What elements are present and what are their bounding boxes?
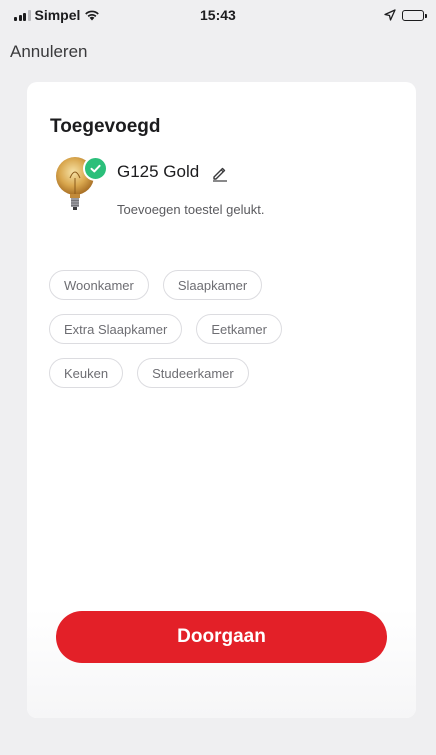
wifi-icon bbox=[85, 10, 100, 21]
room-chip-eetkamer[interactable]: Eetkamer bbox=[196, 314, 282, 344]
room-chips: Woonkamer Slaapkamer Extra Slaapkamer Ee… bbox=[49, 270, 399, 402]
room-row: Woonkamer Slaapkamer bbox=[49, 270, 399, 300]
carrier-name: Simpel bbox=[34, 7, 81, 23]
pencil-icon[interactable] bbox=[211, 164, 229, 182]
status-bar-left: Simpel bbox=[14, 7, 100, 23]
cellular-signal-icon bbox=[14, 9, 31, 21]
room-chip-woonkamer[interactable]: Woonkamer bbox=[49, 270, 149, 300]
room-chip-keuken[interactable]: Keuken bbox=[49, 358, 124, 388]
battery-icon bbox=[402, 9, 427, 21]
status-bar-time: 15:43 bbox=[200, 7, 236, 23]
status-bar: Simpel 15:43 bbox=[0, 0, 436, 30]
check-icon bbox=[83, 156, 108, 181]
device-name: G125 Gold bbox=[117, 162, 200, 181]
location-arrow-icon bbox=[384, 9, 396, 21]
cancel-button[interactable]: Annuleren bbox=[10, 42, 88, 62]
room-chip-slaapkamer[interactable]: Slaapkamer bbox=[162, 270, 263, 300]
status-bar-right bbox=[384, 9, 427, 21]
room-chip-studeerkamer[interactable]: Studeerkamer bbox=[137, 358, 249, 388]
card-title: Toegevoegd bbox=[50, 116, 161, 137]
continue-button[interactable]: Doorgaan bbox=[56, 611, 387, 663]
room-row: Extra Slaapkamer Eetkamer bbox=[49, 314, 399, 344]
device-status-text: Toevoegen toestel gelukt. bbox=[117, 202, 265, 217]
room-chip-extra-slaapkamer[interactable]: Extra Slaapkamer bbox=[49, 314, 183, 344]
room-row: Keuken Studeerkamer bbox=[49, 358, 399, 388]
